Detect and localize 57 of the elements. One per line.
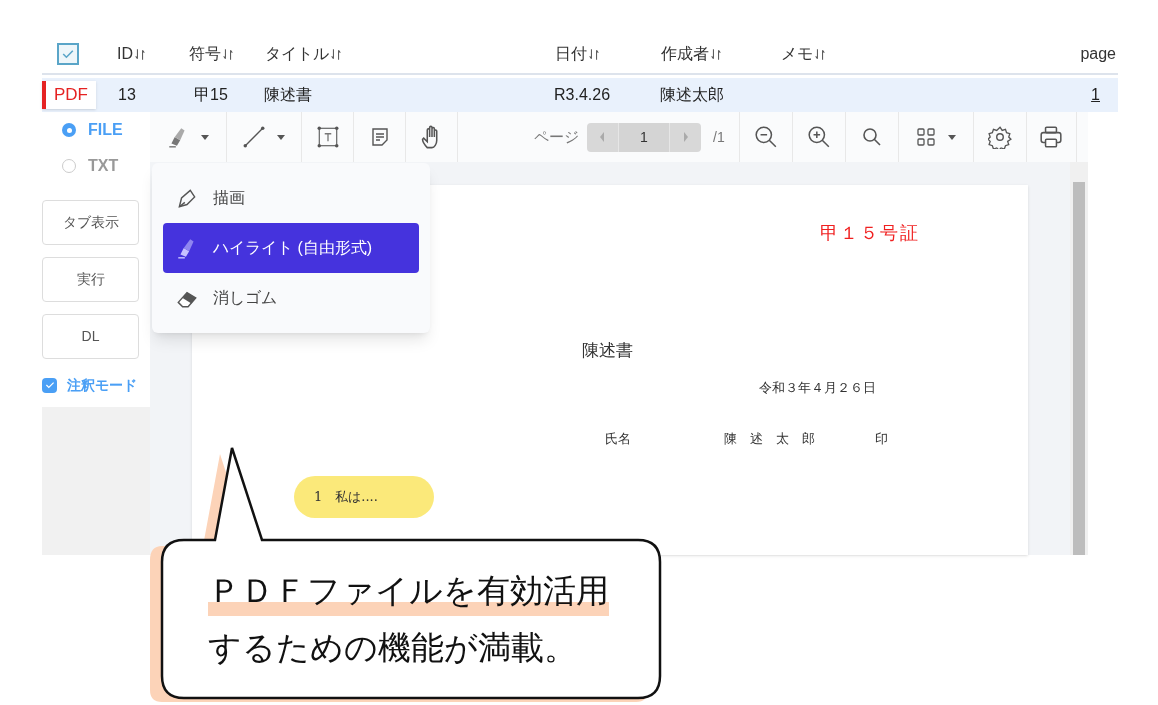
seal-mark: 印	[875, 430, 888, 448]
text-box-icon[interactable]	[315, 125, 340, 149]
table-cell-text: 甲15	[194, 85, 229, 105]
search-icon[interactable]	[860, 126, 883, 148]
column-header[interactable]: メモ	[781, 42, 826, 66]
column-header[interactable]: page	[1080, 42, 1116, 66]
callout-text: するための機能が満載。	[208, 628, 577, 668]
settings-icon[interactable]	[987, 125, 1012, 149]
page-total: /1	[713, 127, 725, 147]
column-header[interactable]: ID	[117, 42, 146, 66]
table-row[interactable]: PDF 13 甲15 陳述書 R3.4.26 陳述太郎 1	[42, 78, 1118, 112]
zoom-out-icon[interactable]	[753, 125, 778, 149]
caret-icon[interactable]	[200, 133, 210, 141]
column-header[interactable]: 日付	[555, 42, 600, 66]
print-icon[interactable]	[1038, 125, 1065, 149]
name-label: 氏名	[605, 430, 631, 448]
document-title: 陳述書	[582, 339, 633, 362]
table-cell-text: 陳述太郎	[660, 85, 725, 105]
radio-button[interactable]	[62, 123, 76, 137]
grid-icon[interactable]	[914, 126, 937, 148]
sort-icon[interactable]	[222, 46, 234, 62]
menu-item[interactable]: 描画	[163, 173, 419, 223]
page-label: ページ	[534, 126, 579, 147]
radio-button[interactable]	[62, 159, 76, 173]
menu-item[interactable]: ハイライト (自由形式)	[163, 223, 419, 273]
table-cell-text: 陳述書	[264, 85, 313, 105]
caret-icon[interactable]	[276, 133, 286, 141]
author-name: 陳 述 太 郎	[724, 430, 815, 448]
annotation-checkbox[interactable]	[42, 377, 57, 393]
page-link[interactable]: 1	[1091, 83, 1100, 107]
sort-icon[interactable]	[814, 46, 826, 62]
check-icon	[43, 379, 56, 391]
table-cell-text: R3.4.26	[554, 85, 612, 105]
chevron-right-icon	[682, 131, 690, 143]
zoom-in-icon[interactable]	[806, 125, 831, 149]
pdf-badge: PDF	[42, 81, 96, 109]
select-all-checkbox[interactable]	[57, 43, 79, 65]
sidebar-button[interactable]: タブ表示	[42, 200, 139, 245]
sort-icon[interactable]	[588, 46, 600, 62]
column-header[interactable]: 作成者	[661, 42, 722, 66]
chevron-left-icon	[598, 131, 606, 143]
sort-icon[interactable]	[330, 46, 342, 62]
sort-icon[interactable]	[710, 46, 722, 62]
caret-icon[interactable]	[946, 133, 957, 141]
menu-item[interactable]: 消しゴム	[163, 273, 419, 323]
document-date: 令和３年４月２６日	[759, 379, 876, 397]
sort-icon[interactable]	[134, 46, 146, 62]
exhibit-mark: 甲１５号証	[820, 221, 920, 245]
highlighted-text: 1 私は....	[294, 476, 434, 518]
sidebar-button[interactable]: DL	[42, 314, 139, 359]
sidebar-button[interactable]: 実行	[42, 257, 139, 302]
column-header[interactable]: 符号	[189, 42, 234, 66]
page-number-field[interactable]: 1	[618, 122, 670, 152]
line-tool-icon[interactable]	[242, 125, 266, 149]
column-header[interactable]: タイトル	[265, 42, 342, 66]
scrollbar-thumb[interactable]	[1073, 182, 1085, 555]
table-cell-text: 13	[117, 85, 137, 105]
